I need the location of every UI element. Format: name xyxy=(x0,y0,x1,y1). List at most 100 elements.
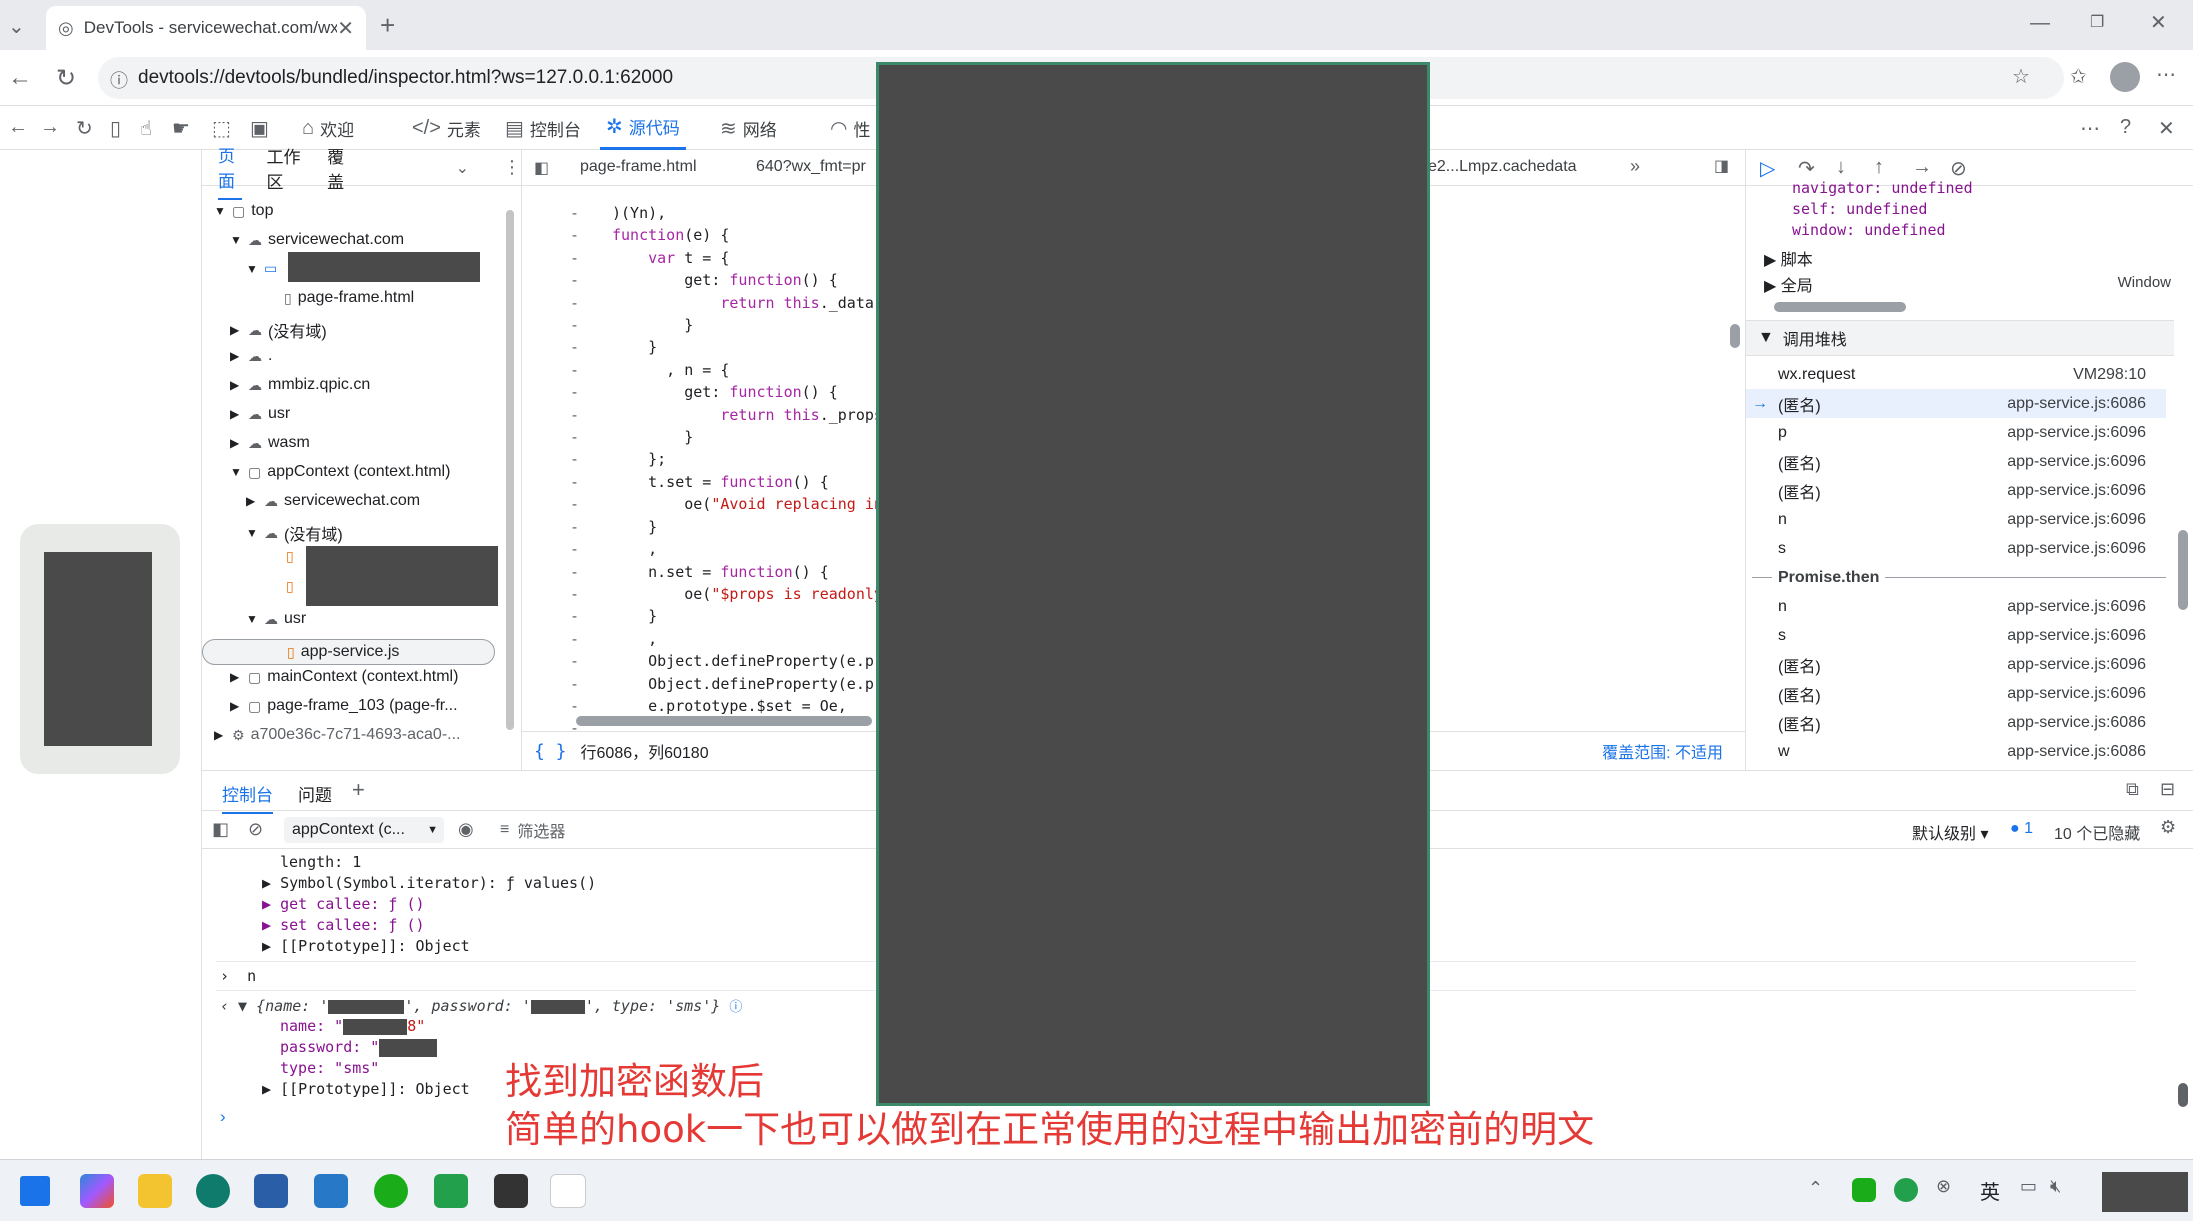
volume-muted-icon[interactable]: 🔇︎ xyxy=(2050,1176,2061,1197)
callstack-frame-current[interactable]: → (匿名) app-service.js:6086 xyxy=(1746,389,2166,418)
menu-icon[interactable]: ⋮ xyxy=(503,157,521,178)
restore-icon[interactable]: ❐ xyxy=(2090,12,2104,32)
drawer-tab-console[interactable]: 控制台 xyxy=(222,781,273,814)
devtools-forward-icon[interactable]: → xyxy=(40,116,60,139)
tree-item[interactable]: ▶ ☁. xyxy=(230,347,272,365)
chat-icon[interactable] xyxy=(434,1174,468,1208)
wechat-tray-icon[interactable] xyxy=(1852,1178,1876,1202)
more-tabs-icon[interactable]: » xyxy=(1630,156,1640,177)
toggle-navigator-icon[interactable]: ◧ xyxy=(534,158,549,178)
tree-item[interactable]: ▶ ▢ page-frame_103 (page-fr... xyxy=(230,697,458,715)
tree-item[interactable]: ▶ ☁ mmbiz.qpic.cn xyxy=(230,376,370,394)
clear-console-icon[interactable]: ⊘ xyxy=(248,819,263,840)
console-settings-icon[interactable]: ⚙ xyxy=(2160,817,2176,838)
callstack-frame[interactable]: s app-service.js:6096 xyxy=(1746,534,2166,563)
phone-preview[interactable] xyxy=(20,524,180,774)
sidebar-toggle-icon[interactable]: ◧ xyxy=(212,819,229,840)
tree-item[interactable]: ▶ ⚙ a700e36c-7c71-4693-aca0-... xyxy=(214,726,460,744)
console-result[interactable]: ‹ ▼ {name: ' ', password: ' ', type: 'sms'… xyxy=(220,996,742,1015)
tree-item[interactable]: ▼ ▢ top xyxy=(214,202,273,220)
display-icon[interactable]: ▭ xyxy=(2020,1176,2037,1197)
console-scrollbar[interactable] xyxy=(2178,823,2188,1159)
new-tab-icon[interactable]: + xyxy=(380,10,395,41)
file-explorer-icon[interactable] xyxy=(138,1174,172,1208)
tree-item[interactable]: ▼ ☁ (没有域) xyxy=(246,521,343,545)
console-line[interactable]: ▶ [[Prototype]]: Object xyxy=(262,937,470,955)
m365-icon[interactable] xyxy=(80,1174,114,1208)
tab-list-chevron-icon[interactable]: ⌄ xyxy=(8,14,25,39)
tab-network[interactable]: ≋ 网络 xyxy=(720,106,777,150)
log-level-select[interactable]: 默认级别 ▾ xyxy=(1912,820,1989,844)
resume-icon[interactable]: ▷ xyxy=(1760,156,1775,181)
more-tools-icon[interactable]: ⋯ xyxy=(2080,116,2100,141)
callstack-frame[interactable]: (匿名) app-service.js:6096 xyxy=(1746,650,2166,679)
touch-icon[interactable]: ☝ xyxy=(140,116,152,141)
device-mode-icon[interactable]: ▣ xyxy=(250,116,269,141)
context-select[interactable]: appContext (c... ▼ xyxy=(284,817,444,843)
tab-page[interactable]: 页面 xyxy=(218,136,243,200)
tree-item[interactable]: ▼ ▭ xyxy=(246,260,277,277)
scope-hscrollbar[interactable] xyxy=(1764,300,2184,312)
dock-icon[interactable]: ⧉ xyxy=(2126,779,2139,800)
devtools-back-icon[interactable]: ← xyxy=(8,116,28,139)
tab-workspace[interactable]: 工作区 xyxy=(266,143,303,193)
tree-item[interactable]: ▶ ☁ wasm xyxy=(230,434,310,452)
tree-item[interactable]: ▶ ▢ mainContext (context.html) xyxy=(230,668,458,686)
favorite-star-icon[interactable]: ☆ xyxy=(2012,64,2030,89)
callstack-frame[interactable]: (匿名) app-service.js:6086 xyxy=(1746,708,2166,737)
coverage-status[interactable]: 覆盖范围: 不适用 xyxy=(1602,739,1723,763)
editor-tab[interactable]: e2...Lmpz.cachedata xyxy=(1428,158,1577,176)
terminal-icon[interactable] xyxy=(494,1174,528,1208)
tab-overrides[interactable]: 覆盖 xyxy=(327,143,351,193)
scroll-thumb[interactable] xyxy=(2178,530,2188,610)
step-icon[interactable]: → xyxy=(1912,156,1932,179)
tree-item[interactable]: ▶ ☁ (没有域) xyxy=(230,318,327,342)
devtools-reload-icon[interactable]: ↻ xyxy=(76,116,93,141)
editor-vscrollbar[interactable] xyxy=(1730,194,1740,724)
wechat-icon[interactable] xyxy=(374,1174,408,1208)
tree-item[interactable]: ▶ ☁ servicewechat.com xyxy=(246,492,420,510)
editor-tab[interactable]: page-frame.html xyxy=(580,158,697,176)
callstack-frame[interactable]: (匿名) app-service.js:6096 xyxy=(1746,447,2166,476)
tree-item[interactable]: ▼ ☁ usr xyxy=(246,610,306,628)
callstack-header[interactable]: ▼ 调用堆栈 xyxy=(1746,320,2174,356)
more-icon[interactable]: ⋯ xyxy=(2156,62,2176,87)
add-tab-icon[interactable]: + xyxy=(352,777,365,803)
step-into-icon[interactable]: ↓ xyxy=(1836,156,1846,179)
callstack-frame[interactable]: s app-service.js:6096 xyxy=(1746,621,2166,650)
close-tab-icon[interactable]: ✕ xyxy=(337,16,354,41)
store-icon[interactable] xyxy=(254,1174,288,1208)
reload-icon[interactable]: ↻ xyxy=(56,64,76,93)
browser-tab[interactable]: ◎ DevTools - servicewechat.com/wx ✕ xyxy=(46,6,366,50)
callstack-frame[interactable]: n app-service.js:6096 xyxy=(1746,592,2166,621)
scroll-thumb[interactable] xyxy=(1730,324,1740,348)
avatar[interactable] xyxy=(2110,62,2140,92)
editor-tab[interactable]: 640?wx_fmt=pr xyxy=(756,158,866,176)
back-icon[interactable]: ← xyxy=(8,64,32,92)
collapse-drawer-icon[interactable]: ⊟ xyxy=(2160,779,2175,800)
edge-icon[interactable] xyxy=(196,1174,230,1208)
callstack-frame[interactable]: (匿名) app-service.js:6096 xyxy=(1746,679,2166,708)
console-line[interactable]: ▶ Symbol(Symbol.iterator): ƒ values() xyxy=(262,874,596,892)
start-icon[interactable] xyxy=(20,1176,50,1206)
tree-item[interactable]: ▶ ☁ usr xyxy=(230,405,290,423)
pretty-print-icon[interactable]: { } xyxy=(534,741,567,762)
callstack-frame[interactable]: wx.request VM298:10 xyxy=(1746,360,2166,389)
tray-app-icon[interactable] xyxy=(1894,1178,1918,1202)
close-devtools-icon[interactable]: ✕ xyxy=(2158,116,2175,141)
tree-item[interactable]: ▼ ☁ servicewechat.com xyxy=(230,231,404,249)
code-lines[interactable]: )(Yn), function(e) { var t = { get: func… xyxy=(612,202,883,717)
pointer-icon[interactable]: ☛ xyxy=(172,116,190,141)
chevron-up-icon[interactable]: ⌃ xyxy=(1808,1178,1823,1199)
favorites-icon[interactable]: ✩ xyxy=(2070,64,2087,89)
console-line[interactable]: ▶ set callee: ƒ () xyxy=(262,916,425,934)
chevron-down-icon[interactable]: ⌄ xyxy=(456,158,469,178)
tree-item[interactable]: ▼ ▢ appContext (context.html) xyxy=(230,463,450,481)
tab-sources[interactable]: ✲ 源代码 xyxy=(600,106,686,150)
ime-indicator[interactable]: 英 xyxy=(1980,1176,2000,1205)
scroll-thumb[interactable] xyxy=(1774,302,1906,312)
console-line[interactable]: ▶ [[Prototype]]: Object xyxy=(262,1080,470,1098)
console-line[interactable]: ▶ get callee: ƒ () xyxy=(262,895,425,913)
issues-badge[interactable]: ● 1 xyxy=(2010,820,2033,838)
scope-section[interactable]: ▶ 脚本 xyxy=(1764,246,1813,270)
